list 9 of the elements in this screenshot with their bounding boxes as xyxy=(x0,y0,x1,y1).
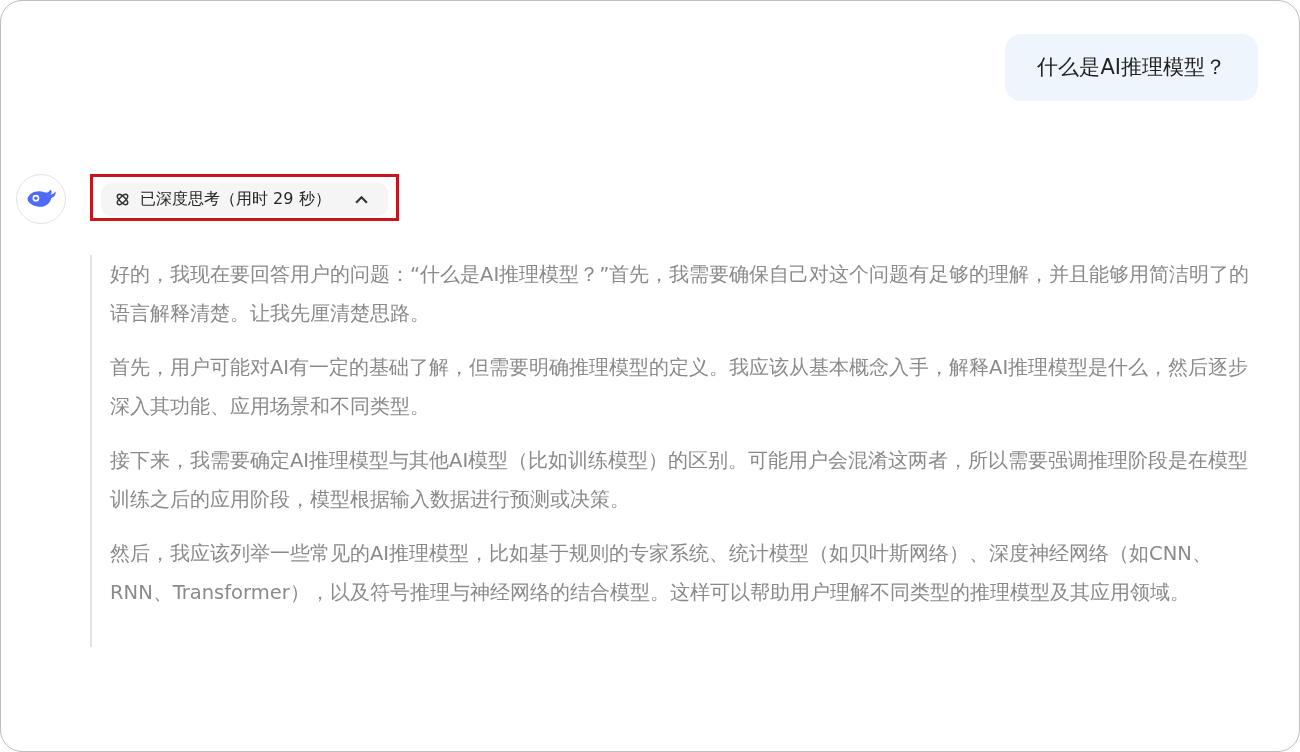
avatar-icon xyxy=(16,174,66,224)
atom-icon xyxy=(115,192,130,207)
thought-paragraph: 首先，用户可能对AI有一定的基础了解，但需要明确推理模型的定义。我应该从基本概念入手，解释AI推理模型是什么，然后逐步深入其功能、应用场景和不同类型。 xyxy=(110,355,1250,420)
thinking-toggle-button[interactable]: 已深度思考（用时 29 秒） xyxy=(101,183,388,216)
thought-paragraph: 然后，我应该列举一些常见的AI推理模型，比如基于规则的专家系统、统计模型（如贝叶斯网络）、深度神经网络（如CNN、RNN、Transformer），以及符号推理与神经网络的结合模型。这样可以帮助用户理解不同类型的推理模型及其应用领域。 xyxy=(110,541,1213,606)
caret-icon xyxy=(354,195,368,204)
user-message: 什么是AI推理模型？ xyxy=(1005,34,1258,101)
thought-paragraph: 接下来，我需要确定AI推理模型与其他AI模型（比如训练模型）的区别。可能用户会混淆这两者，所以需要强调推理阶段是在模型训练之后的应用阶段，模型根据输入数据进行预测或决策。 xyxy=(110,448,1250,513)
thought-paragraph: 好的，我现在要回答用户的问题：“什么是AI推理模型？”首先，我需要确保自己对这个问题有足够的理解，并且能够用简洁明了的语言解释清楚。让我先厘清楚思路。 xyxy=(110,262,1251,327)
